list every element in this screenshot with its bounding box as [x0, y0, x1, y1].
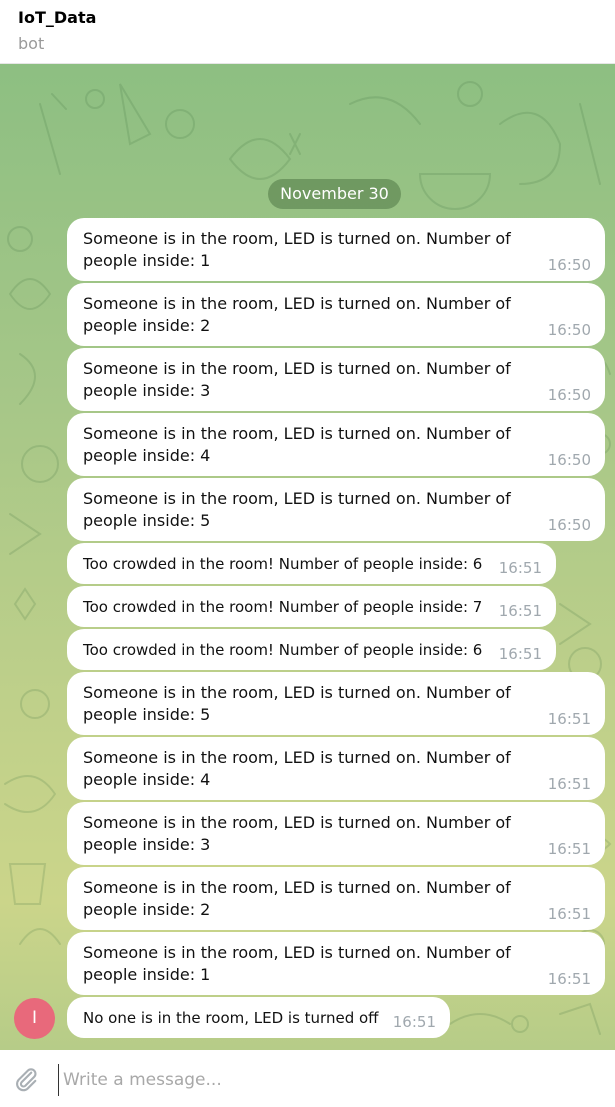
message-bubble[interactable]: Someone is in the room, LED is turned on… — [67, 867, 605, 930]
message-text: Someone is in the room, LED is turned on… — [83, 878, 511, 919]
message-time: 16:50 — [547, 516, 591, 534]
message-text: Too crowded in the room! Number of peopl… — [83, 555, 483, 573]
message-bubble[interactable]: Someone is in the room, LED is turned on… — [67, 478, 605, 541]
message-text: Someone is in the room, LED is turned on… — [83, 748, 511, 789]
bot-avatar[interactable]: I — [14, 998, 55, 1039]
message-bubble[interactable]: Someone is in the room, LED is turned on… — [67, 413, 605, 476]
message-text: No one is in the room, LED is turned off — [83, 1009, 379, 1027]
message-time: 16:51 — [392, 1013, 436, 1031]
message-bubble[interactable]: No one is in the room, LED is turned off… — [67, 997, 450, 1038]
message-time: 16:51 — [547, 905, 591, 923]
message-list[interactable]: November 30 Someone is in the room, LED … — [0, 64, 615, 1050]
message-bubble[interactable]: Someone is in the room, LED is turned on… — [67, 283, 605, 346]
message-bubble[interactable]: Someone is in the room, LED is turned on… — [67, 218, 605, 281]
message-time: 16:50 — [547, 386, 591, 404]
message-time: 16:51 — [498, 602, 542, 620]
message-text: Someone is in the room, LED is turned on… — [83, 229, 511, 270]
message-bubble[interactable]: Too crowded in the room! Number of peopl… — [67, 629, 556, 670]
message-text: Someone is in the room, LED is turned on… — [83, 683, 511, 724]
message-time: 16:50 — [547, 256, 591, 274]
message-bubble[interactable]: Someone is in the room, LED is turned on… — [67, 348, 605, 411]
chat-header[interactable]: IoT_Data bot — [0, 0, 615, 64]
message-bubble[interactable]: Someone is in the room, LED is turned on… — [67, 737, 605, 800]
message-bubble[interactable]: Too crowded in the room! Number of peopl… — [67, 586, 556, 627]
message-bubble[interactable]: Someone is in the room, LED is turned on… — [67, 672, 605, 735]
message-time: 16:51 — [547, 710, 591, 728]
message-text: Someone is in the room, LED is turned on… — [83, 489, 511, 530]
chat-subtitle: bot — [18, 34, 45, 53]
message-time: 16:50 — [547, 451, 591, 469]
message-text: Someone is in the room, LED is turned on… — [83, 294, 511, 335]
message-bubble[interactable]: Too crowded in the room! Number of peopl… — [67, 543, 556, 584]
message-time: 16:51 — [547, 970, 591, 988]
message-text: Too crowded in the room! Number of peopl… — [83, 641, 483, 659]
chat-title: IoT_Data — [18, 8, 97, 27]
message-bubble[interactable]: Someone is in the room, LED is turned on… — [67, 932, 605, 995]
message-input[interactable] — [58, 1064, 595, 1096]
message-text: Too crowded in the room! Number of peopl… — [83, 598, 483, 616]
message-bubble[interactable]: Someone is in the room, LED is turned on… — [67, 802, 605, 865]
message-text: Someone is in the room, LED is turned on… — [83, 424, 511, 465]
message-time: 16:51 — [547, 775, 591, 793]
message-text: Someone is in the room, LED is turned on… — [83, 813, 511, 854]
date-separator: November 30 — [268, 179, 401, 209]
message-time: 16:51 — [498, 559, 542, 577]
message-time: 16:51 — [547, 840, 591, 858]
message-text: Someone is in the room, LED is turned on… — [83, 943, 511, 984]
paperclip-icon[interactable] — [12, 1065, 40, 1093]
message-time: 16:51 — [498, 645, 542, 663]
message-composer — [0, 1050, 615, 1107]
message-time: 16:50 — [547, 321, 591, 339]
message-text: Someone is in the room, LED is turned on… — [83, 359, 511, 400]
